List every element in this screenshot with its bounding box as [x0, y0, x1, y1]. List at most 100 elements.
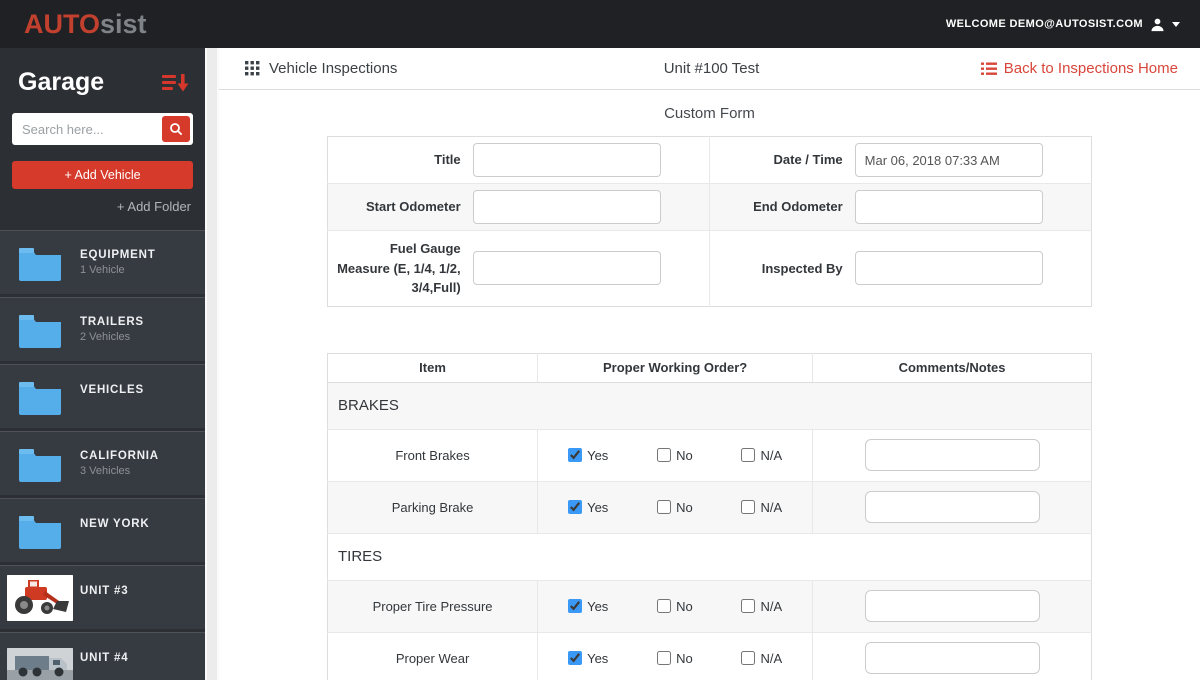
option-label: N/A [760, 499, 783, 515]
na-checkbox[interactable] [741, 599, 756, 613]
app-logo[interactable]: AUTOsist [24, 9, 147, 40]
main-content: Vehicle Inspections Unit #100 Test Back … [219, 48, 1200, 680]
option-na[interactable]: N/A [741, 599, 782, 614]
item-label: Proper Wear [327, 631, 538, 680]
col-header-working-order: Proper Working Order? [537, 353, 813, 383]
no-checkbox[interactable] [657, 599, 672, 613]
option-yes[interactable]: Yes [568, 448, 608, 463]
option-label: Yes [587, 499, 609, 515]
folder-icon [19, 314, 61, 348]
grid-icon [245, 61, 260, 76]
truck-thumbnail [7, 647, 73, 680]
option-label: No [676, 650, 693, 666]
option-label: N/A [760, 598, 783, 614]
col-header-comments: Comments/Notes [812, 353, 1092, 383]
option-no[interactable]: No [657, 448, 693, 463]
folder-icon [19, 448, 61, 482]
field-label-fuel-gauge: Fuel Gauge Measure (E, 1/4, 1/2, 3/4,Ful… [327, 230, 473, 306]
na-checkbox[interactable] [741, 448, 756, 462]
vehicle-name: UNIT #3 [80, 584, 129, 597]
sidebar-folder-trailers[interactable]: TRAILERS 2 Vehicles [0, 297, 205, 361]
option-label: No [676, 598, 693, 614]
tractor-thumbnail [7, 574, 73, 621]
no-checkbox[interactable] [657, 500, 672, 514]
option-no[interactable]: No [657, 500, 693, 515]
vehicle-name: UNIT #4 [80, 651, 129, 664]
option-yes[interactable]: Yes [568, 651, 608, 666]
option-label: N/A [760, 447, 783, 463]
yes-checkbox[interactable] [568, 599, 583, 613]
inspection-row-front-brakes: Front Brakes Yes No N/A [327, 428, 1092, 481]
section-row-brakes: BRAKES [327, 381, 1092, 429]
search-button[interactable] [162, 116, 190, 142]
yes-checkbox[interactable] [568, 500, 583, 514]
title-input[interactable] [472, 143, 661, 177]
inspected-by-input[interactable] [854, 251, 1043, 286]
comment-input[interactable] [864, 590, 1040, 622]
folder-name: CALIFORNIA [80, 450, 159, 462]
section-title: Vehicle Inspections [269, 60, 398, 77]
field-label-inspected-by: Inspected By [708, 230, 855, 306]
start-odometer-input[interactable] [472, 190, 661, 224]
section-row-tires: TIRES [327, 532, 1092, 580]
field-label-end-odometer: End Odometer [708, 183, 855, 231]
end-odometer-input[interactable] [854, 190, 1043, 224]
search-box [12, 113, 193, 145]
sidebar-folder-california[interactable]: CALIFORNIA 3 Vehicles [0, 431, 205, 495]
inspection-row-tire-pressure: Proper Tire Pressure Yes No N/A [327, 579, 1092, 632]
na-checkbox[interactable] [741, 651, 756, 665]
folder-list: EQUIPMENT 1 Vehicle TRAILERS 2 Vehicles [0, 227, 205, 680]
logo-auto: AUTO [24, 8, 101, 39]
item-label: Proper Tire Pressure [327, 579, 538, 632]
search-icon [170, 123, 183, 136]
folder-icon [19, 247, 61, 281]
field-label-title: Title [434, 152, 461, 168]
no-checkbox[interactable] [657, 651, 672, 665]
field-label-datetime: Date / Time [708, 136, 855, 184]
datetime-input[interactable] [854, 143, 1043, 177]
comment-input[interactable] [864, 642, 1040, 674]
sidebar-folder-vehicles[interactable]: VEHICLES [0, 364, 205, 428]
comment-input[interactable] [864, 491, 1040, 523]
sort-folders-icon[interactable] [162, 72, 189, 93]
col-header-item: Item [327, 353, 538, 383]
sidebar-scrollbar[interactable] [205, 48, 219, 680]
folder-name: TRAILERS [80, 316, 144, 328]
form-title: Custom Form [664, 105, 755, 122]
option-label: N/A [760, 650, 783, 666]
add-folder-link[interactable]: + Add Folder [0, 199, 191, 214]
na-checkbox[interactable] [741, 500, 756, 514]
sidebar-vehicle-unit-4[interactable]: UNIT #4 [0, 632, 205, 680]
sidebar-folder-new-york[interactable]: NEW YORK [0, 498, 205, 562]
yes-checkbox[interactable] [568, 448, 583, 462]
option-na[interactable]: N/A [741, 651, 782, 666]
option-label: Yes [587, 650, 609, 666]
option-na[interactable]: N/A [741, 448, 782, 463]
comment-input[interactable] [864, 439, 1040, 471]
inspection-row-parking-brake: Parking Brake Yes No N/A [327, 480, 1092, 533]
fuel-gauge-input[interactable] [472, 251, 661, 286]
no-checkbox[interactable] [657, 448, 672, 462]
section-label: TIRES [327, 532, 1092, 580]
user-menu[interactable]: WELCOME DEMO@AUTOSIST.COM [946, 17, 1180, 32]
folder-count: 2 Vehicles [80, 331, 131, 343]
sidebar-folder-equipment[interactable]: EQUIPMENT 1 Vehicle [0, 230, 205, 294]
welcome-text: WELCOME DEMO@AUTOSIST.COM [945, 18, 1143, 30]
folder-count [80, 399, 144, 410]
caret-down-icon [1172, 21, 1180, 27]
back-link-label: Back to Inspections Home [1003, 60, 1178, 77]
folder-name: NEW YORK [80, 517, 150, 530]
back-to-inspections-link[interactable]: Back to Inspections Home [980, 60, 1178, 77]
sidebar-vehicle-unit-3[interactable]: UNIT #3 [0, 565, 205, 629]
option-no[interactable]: No [657, 599, 693, 614]
option-na[interactable]: N/A [741, 500, 782, 515]
option-yes[interactable]: Yes [568, 599, 608, 614]
add-vehicle-button[interactable]: + Add Vehicle [12, 161, 193, 189]
option-yes[interactable]: Yes [568, 500, 608, 515]
yes-checkbox[interactable] [568, 651, 583, 665]
section-label: BRAKES [327, 381, 1092, 429]
item-label: Front Brakes [327, 428, 538, 481]
option-no[interactable]: No [657, 651, 693, 666]
inspection-row-proper-wear: Proper Wear Yes No N/A [327, 631, 1092, 680]
garage-title: Garage [18, 68, 105, 96]
